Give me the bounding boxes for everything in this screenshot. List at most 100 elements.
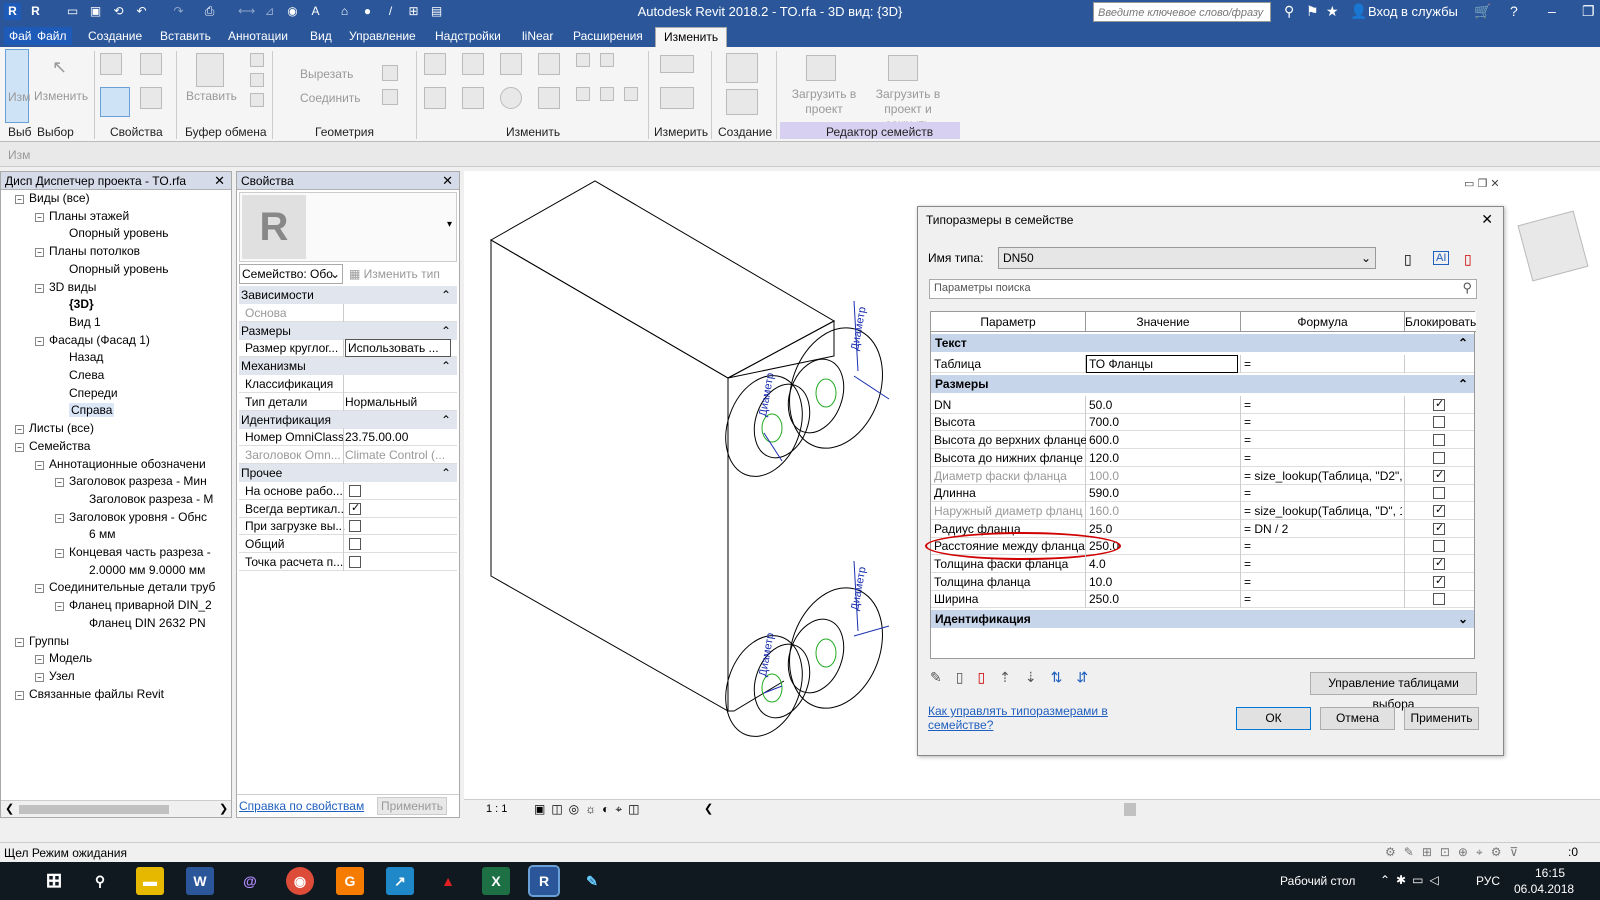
delete-icon[interactable] [624,87,638,101]
property-row[interactable]: Классификация [239,375,457,393]
delete-parameter-icon[interactable]: ▯ [977,669,999,685]
panel-select[interactable]: Выбор [37,125,74,139]
user-icon[interactable]: 👤 [1350,3,1367,20]
parameter-formula[interactable]: = [1244,539,1402,553]
expand-toggle-icon[interactable]: − [35,283,44,293]
apply-button[interactable]: Применить [1404,707,1479,730]
print-icon[interactable]: ⎙ [201,3,218,20]
tree-item[interactable]: Связанные файлы Revit [29,687,164,701]
property-checkbox[interactable] [349,556,361,568]
parameter-value[interactable]: 600.0 [1089,433,1239,447]
move-up-icon[interactable]: ⇡ [999,669,1025,685]
parameter-row[interactable]: Расстояние между фланца 250.0 = [925,532,1474,561]
chrome-icon[interactable]: ◉ [286,867,314,895]
redo-icon[interactable]: ↷ [170,3,187,20]
search-icon[interactable]: ⚲ [86,867,114,895]
paste-button[interactable]: Вставить [186,89,237,103]
aligned-dimension-icon[interactable] [660,55,694,73]
tree-item[interactable]: Опорный уровень [69,262,168,276]
property-value[interactable]: 23.75.00.00 [345,430,451,444]
tree-item[interactable]: Вид 1 [69,315,101,329]
collapse-icon[interactable]: ⌃ [441,324,451,338]
tree-item[interactable]: Слева [69,368,104,382]
edit-type-button[interactable]: ▦ Изменить тип [349,267,440,281]
lock-checkbox[interactable] [1433,451,1445,464]
parameter-row[interactable]: Толщина фаски фланца 4.0 = [931,555,1474,573]
revit-taskbar-icon[interactable]: R [528,865,560,897]
pdf-app-icon[interactable]: G [336,867,364,895]
type-selector[interactable]: R ▾ [239,192,457,262]
lock-checkbox[interactable] [1433,469,1445,482]
tree-item[interactable]: Соединительные детали труб [49,580,215,594]
tree-item[interactable]: 2.0000 мм 9.0000 мм [89,563,205,577]
property-row[interactable]: На основе рабо... [239,481,457,500]
maximize-icon[interactable]: ❐ [1582,3,1595,20]
wall-joins-icon[interactable] [382,65,398,81]
move-down-icon[interactable]: ⇣ [1025,669,1051,685]
new-parameter-icon[interactable]: ▯ [956,669,978,685]
lock-checkbox[interactable] [1433,558,1445,570]
tree-item[interactable]: Листы (все) [29,421,94,435]
type-name-select[interactable]: DN50 ⌄ [998,247,1376,269]
parameter-formula[interactable]: = [1244,451,1402,465]
copy-icon[interactable] [250,73,264,87]
parameter-value[interactable]: 4.0 [1089,557,1239,571]
tab-extensions[interactable]: Расширения [573,29,643,43]
properties-apply-button[interactable]: Применить [377,797,447,815]
property-group-header[interactable]: Размеры ⌃ [239,321,457,340]
search-icon[interactable]: ⚲ [1462,280,1472,296]
property-row[interactable]: Всегда вертикал... [239,499,457,518]
parameter-formula[interactable]: = [1244,575,1402,589]
text-icon[interactable]: A [307,3,324,20]
move-icon[interactable] [424,87,446,109]
match-icon[interactable] [250,93,264,107]
tree-item[interactable]: Планы потолков [49,244,140,258]
parameter-row[interactable]: Высота до нижних фланце 120.0 = [931,448,1474,467]
favorites-star-icon[interactable]: ★ [1326,3,1339,20]
clock-date[interactable]: 06.04.2018 [1514,882,1574,896]
close-icon[interactable]: ✕ [214,172,225,190]
lock-checkbox[interactable] [1433,593,1445,606]
property-row[interactable]: Заголовок Omn... Climate Control (... [239,446,457,465]
family-types-help-link[interactable]: Как управлять типоразмерами в семействе? [928,704,1118,732]
parameter-value[interactable]: 120.0 [1089,451,1239,465]
pin-icon[interactable] [600,53,614,67]
lock-checkbox[interactable] [1433,575,1445,588]
property-row[interactable]: Номер OmniClass 23.75.00.00 [239,428,457,447]
word-icon[interactable]: W [186,867,214,895]
parameter-row[interactable]: Длинна 590.0 = [931,484,1474,503]
property-checkbox[interactable] [349,501,361,515]
property-checkbox[interactable] [349,520,361,533]
close-icon[interactable]: ✕ [1481,211,1493,228]
save-icon[interactable]: ▣ [87,3,104,20]
properties-help-link[interactable]: Справка по свойствам [239,799,364,813]
expand-toggle-icon[interactable]: − [55,602,64,612]
parameter-formula[interactable]: = DN / 2 [1244,522,1402,536]
parameter-value[interactable]: 700.0 [1089,415,1239,429]
tray-icons[interactable]: ⌃✱▭◁ [1380,873,1445,887]
modify-button[interactable]: Изменить [34,89,88,103]
parameter-formula[interactable]: = [1244,398,1402,412]
expand-icon[interactable]: ⌄ [1458,612,1468,626]
view-control-icons[interactable]: ▣◫◎☼◐⌖◫ [534,802,646,817]
expand-toggle-icon[interactable]: − [35,460,44,470]
autocad-icon[interactable]: ▲ [434,867,462,895]
clipboard-icon[interactable] [196,53,224,87]
tree-item[interactable]: Заголовок разреза - М [89,492,213,506]
parameter-group-header[interactable]: Идентификация ⌄ [931,610,1474,629]
parameter-row[interactable]: Наружный диаметр фланц 160.0 = size_lookup… [931,501,1474,520]
parameter-row[interactable]: Высота до верхних фланце 600.0 = [931,431,1474,450]
scrollbar-thumb[interactable] [19,805,169,814]
clock-time[interactable]: 16:15 [1520,866,1580,880]
align-icon[interactable] [424,53,446,75]
cancel-button[interactable]: Отмена [1320,707,1395,730]
parameter-value[interactable]: 160.0 [1089,504,1239,518]
trim-icon[interactable] [538,87,560,109]
property-group-header[interactable]: Идентификация ⌃ [239,410,457,429]
parameter-value[interactable]: 50.0 [1089,398,1239,412]
windows-start-icon[interactable]: ⊞ [40,867,68,895]
horizontal-scrollbar[interactable]: ❮ ❯ [1,800,231,817]
minimize-icon[interactable]: – [1548,3,1556,19]
parameter-search-input[interactable]: Параметры поиска ⚲ [929,279,1477,299]
tree-item[interactable]: Фасады (Фасад 1) [49,333,150,347]
